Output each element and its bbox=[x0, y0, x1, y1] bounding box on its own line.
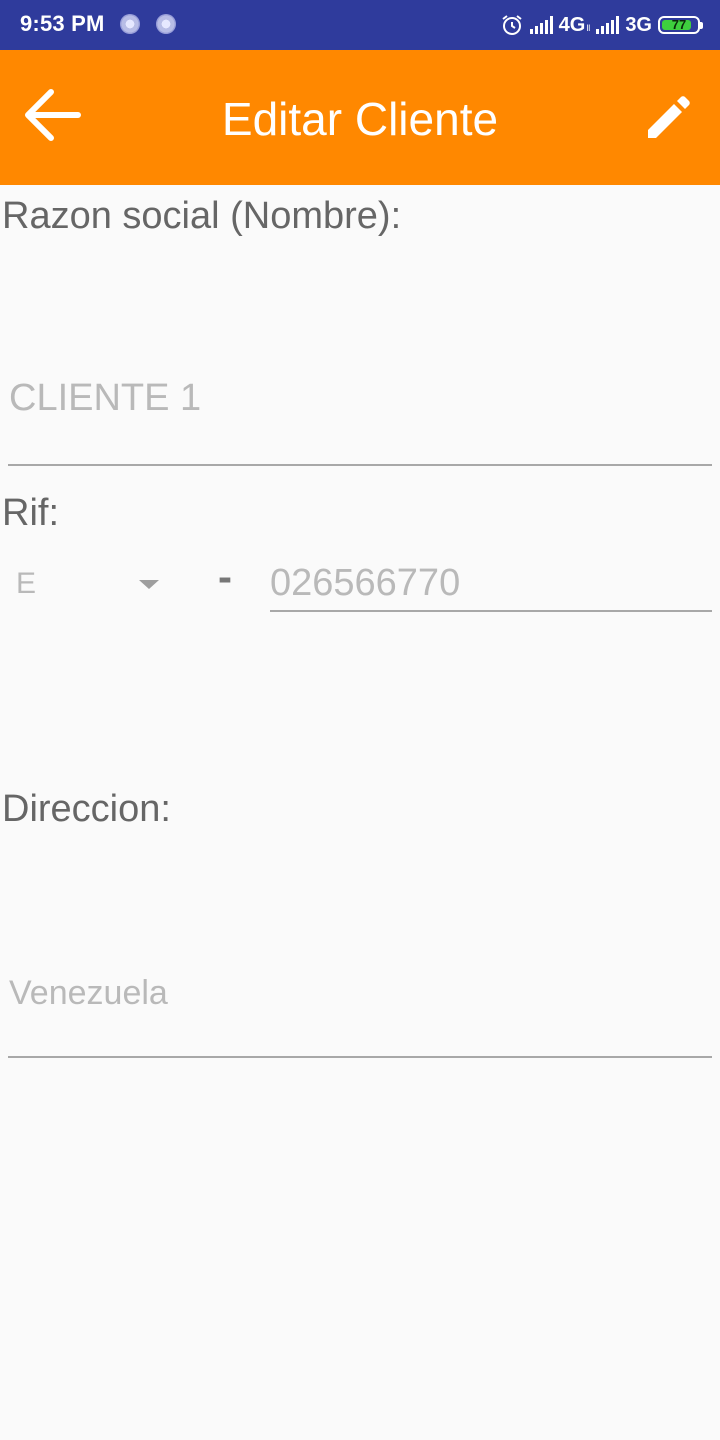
network-type-4g: 4Gll bbox=[558, 13, 591, 36]
status-time: 9:53 PM bbox=[20, 11, 105, 36]
notification-dot-icon bbox=[156, 14, 176, 34]
direccion-label: Direccion: bbox=[2, 788, 171, 830]
network-type-3g: 3G bbox=[625, 13, 652, 36]
razon-social-label: Razon social (Nombre): bbox=[2, 195, 402, 237]
rif-number-underline bbox=[270, 610, 712, 612]
direccion-underline bbox=[8, 1056, 712, 1058]
status-bar: 9:53 PM 4Gll 3G 77 bbox=[0, 0, 720, 50]
pencil-icon[interactable] bbox=[642, 90, 696, 144]
rif-number-input[interactable]: 026566770 bbox=[270, 562, 460, 605]
battery-icon: 77 bbox=[658, 16, 703, 34]
signal-icon bbox=[596, 16, 620, 34]
signal-icon bbox=[529, 16, 553, 34]
alarm-icon bbox=[502, 15, 522, 35]
notification-dot-icon bbox=[120, 14, 140, 34]
rif-separator: - bbox=[218, 553, 232, 600]
direccion-input[interactable]: Venezuela bbox=[9, 974, 168, 1013]
rif-label: Rif: bbox=[2, 492, 59, 534]
app-bar: Editar Cliente bbox=[0, 50, 720, 185]
rif-type-value: E bbox=[16, 567, 37, 600]
razon-social-underline bbox=[8, 464, 712, 466]
razon-social-input[interactable]: CLIENTE 1 bbox=[9, 377, 201, 420]
dropdown-arrow-icon bbox=[139, 580, 159, 589]
battery-level: 77 bbox=[671, 17, 687, 32]
page-title: Editar Cliente bbox=[221, 93, 499, 145]
